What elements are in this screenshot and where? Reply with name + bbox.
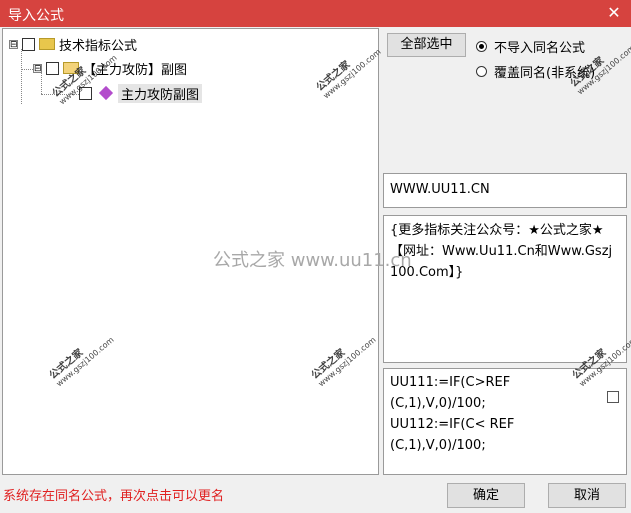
description-panel[interactable]: {更多指标关注公众号：★公式之家★【网址：Www.Uu11.Cn和Www.Gsz… — [383, 215, 627, 363]
close-icon[interactable]: ✕ — [605, 3, 623, 23]
cancel-button[interactable]: 取消 — [548, 483, 626, 508]
tree-node-root[interactable]: ⊟ 技术指标公式 — [9, 34, 137, 54]
collapse-icon[interactable]: ⊟ — [33, 63, 42, 73]
center-watermark: 公式之家 www.uu11.cn — [213, 250, 412, 271]
formula-name-value: WWW.UU11.CN — [390, 182, 490, 197]
title-bar: 导入公式 ✕ — [0, 0, 631, 27]
description-text: {更多指标关注公众号：★公式之家★【网址：Www.Uu11.Cn和Www.Gsz… — [390, 223, 613, 280]
formula-panel[interactable]: UU111:=IF(C>REF (C,1),V,0)/100; UU112:=I… — [383, 368, 627, 475]
select-all-button[interactable]: 全部选中 — [387, 33, 466, 57]
formula-icon — [98, 85, 114, 101]
formula-name-field[interactable]: WWW.UU11.CN — [383, 173, 627, 208]
collapse-icon[interactable]: ⊟ — [9, 39, 18, 49]
folder-icon — [39, 38, 55, 50]
radio-dot[interactable] — [476, 66, 487, 77]
tree-checkbox-child[interactable] — [46, 61, 59, 75]
tree-label-leaf: 主力攻防副图 — [118, 83, 203, 103]
formula-option-checkbox[interactable] — [607, 391, 619, 403]
ok-button[interactable]: 确定 — [447, 483, 525, 508]
tree-guide-line — [21, 49, 22, 104]
status-message: 系统存在同名公式，再次点击可以更名 — [3, 489, 225, 504]
tree-checkbox-root[interactable] — [22, 37, 35, 51]
radio-label: 不导入同名公式 — [494, 41, 586, 56]
radio-skip-same-name[interactable]: 不导入同名公式 — [476, 37, 585, 56]
window-title: 导入公式 — [8, 8, 64, 24]
tree-node-leaf[interactable]: 主力攻防副图 — [79, 83, 203, 103]
radio-dot[interactable] — [476, 41, 487, 52]
